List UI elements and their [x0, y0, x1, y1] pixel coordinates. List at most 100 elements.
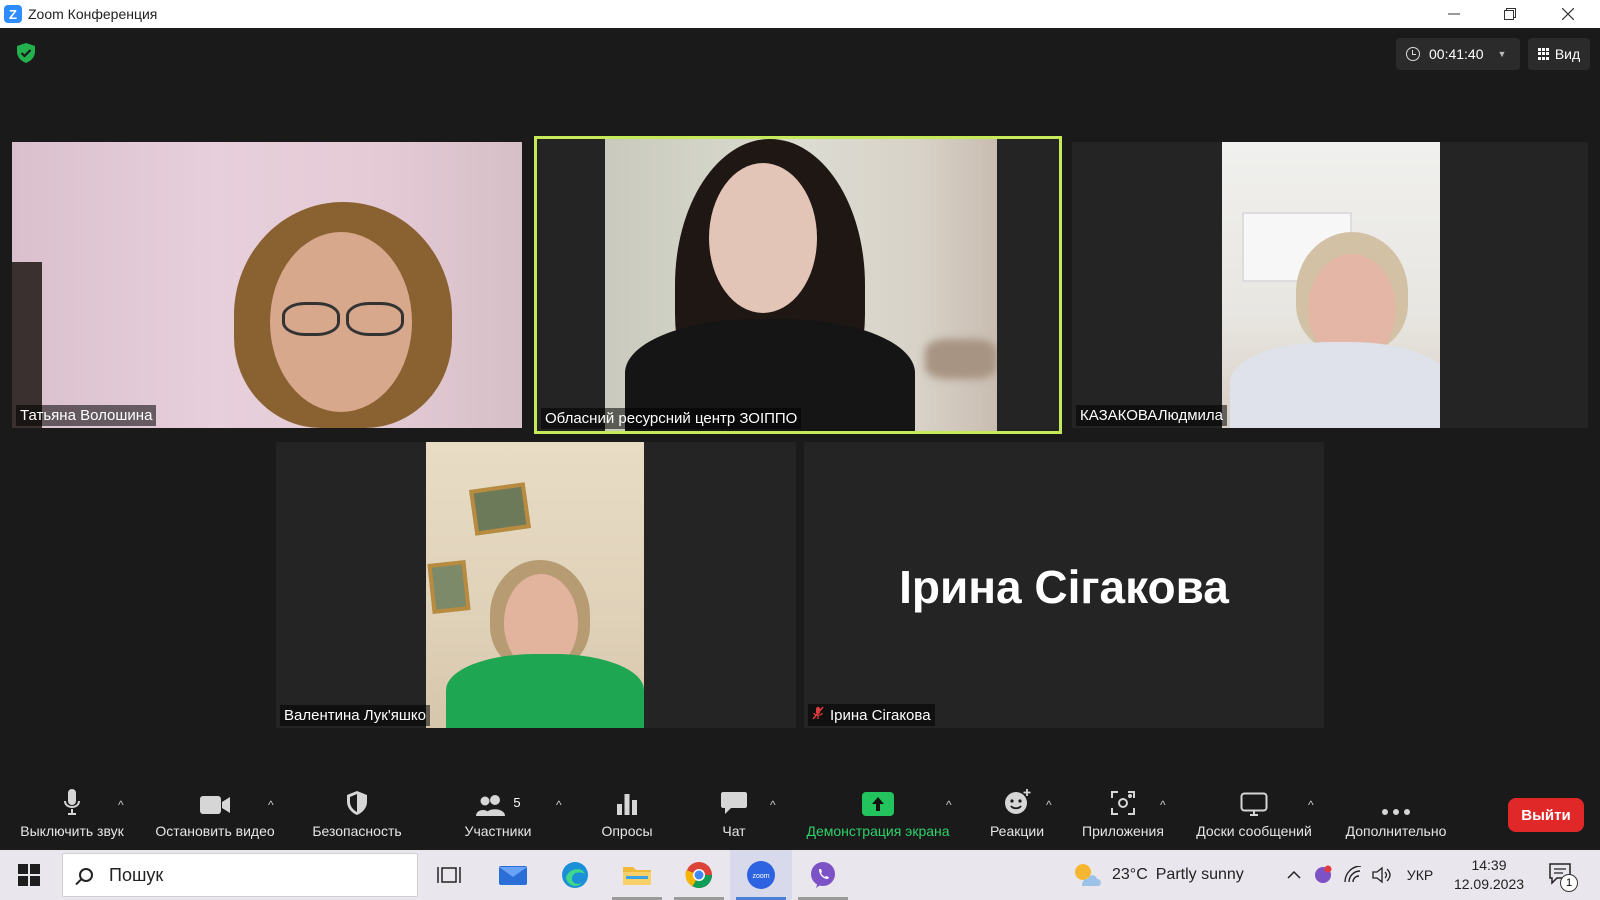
taskbar-search-box[interactable]: Пошук: [62, 853, 418, 897]
polls-button[interactable]: Опросы: [582, 782, 672, 850]
meeting-area: 00:41:40 ▼ Вид Татьяна Волошина Обласний…: [0, 28, 1600, 782]
taskbar-zoom-app[interactable]: zoom: [730, 850, 792, 900]
meeting-toolbar: Выключить звук ^ Остановить видео ^ Безо…: [0, 782, 1600, 850]
whiteboards-button[interactable]: Доски сообщений: [1188, 782, 1320, 850]
restore-button[interactable]: [1482, 0, 1538, 28]
svg-text:zoom: zoom: [752, 873, 769, 880]
taskbar-mail-app[interactable]: [482, 850, 544, 900]
share-screen-button[interactable]: Демонстрация экрана: [796, 782, 960, 850]
wifi-icon: [1344, 866, 1362, 883]
leave-button[interactable]: Выйти: [1508, 798, 1584, 832]
taskbar-edge-app[interactable]: [544, 850, 606, 900]
weather-temperature: 23°C: [1112, 866, 1148, 883]
grid-view-icon: [1537, 48, 1550, 60]
mute-label: Выключить звук: [20, 823, 124, 839]
reactions-label: Реакции: [989, 823, 1045, 839]
volume-button[interactable]: [1368, 850, 1394, 900]
participant-video: [426, 442, 644, 728]
video-tile-active-speaker[interactable]: Обласний ресурсний центр ЗОІППО: [534, 136, 1062, 434]
taskbar-weather-widget[interactable]: 23°C Partly sunny: [1072, 850, 1244, 900]
participant-display-name: Ірина Сігакова: [899, 561, 1229, 613]
mute-button[interactable]: Выключить звук: [10, 782, 134, 850]
minimize-button[interactable]: [1426, 0, 1482, 28]
stop-video-label: Остановить видео: [155, 823, 275, 839]
chat-label: Чат: [722, 823, 746, 839]
taskbar-chrome-app[interactable]: [668, 850, 730, 900]
notification-count-badge: 1: [1560, 874, 1578, 892]
taskbar-viber-app[interactable]: [792, 850, 854, 900]
share-screen-label: Демонстрация экрана: [806, 823, 950, 839]
apps-label: Приложения: [1082, 823, 1164, 839]
viber-icon: [811, 862, 835, 888]
apps-options-chevron-icon[interactable]: ^: [1160, 798, 1166, 812]
view-label: Вид: [1554, 46, 1581, 62]
participants-icon: [476, 795, 506, 816]
whiteboards-options-chevron-icon[interactable]: ^: [1308, 798, 1314, 812]
speaker-volume-icon: [1372, 866, 1391, 884]
window-title: Zoom Конференция: [28, 6, 158, 22]
apps-button[interactable]: Приложения: [1070, 782, 1176, 850]
security-button[interactable]: Безопасность: [302, 782, 412, 850]
show-hidden-icons-button[interactable]: [1282, 850, 1306, 900]
participant-name: Обласний ресурсний центр ЗОІППО: [541, 408, 802, 429]
video-tile[interactable]: Татьяна Волошина: [12, 142, 522, 428]
share-screen-icon: [862, 792, 894, 816]
viber-tray-icon: [1315, 865, 1332, 883]
reactions-options-chevron-icon[interactable]: ^: [1046, 798, 1052, 812]
security-label: Безопасность: [312, 823, 402, 839]
minimize-icon: [1448, 13, 1460, 15]
video-options-chevron-icon[interactable]: ^: [268, 798, 274, 812]
network-button[interactable]: [1340, 850, 1366, 900]
partly-sunny-icon: [1075, 864, 1101, 886]
reactions-emoji-icon: [1005, 789, 1031, 814]
clock-time: 14:39: [1471, 857, 1507, 873]
participant-name: Ірина Сігакова: [830, 707, 931, 724]
chevron-down-icon: ▼: [1497, 49, 1507, 59]
meeting-timer[interactable]: 00:41:40 ▼: [1396, 38, 1520, 70]
chat-button[interactable]: Чат: [694, 782, 774, 850]
zoom-logo-icon: Z: [4, 5, 22, 23]
whiteboards-label: Доски сообщений: [1196, 823, 1312, 839]
clock-icon: [1406, 47, 1420, 61]
participant-name-label: Ірина Сігакова: [808, 704, 935, 726]
polls-bar-chart-icon: [617, 794, 637, 815]
more-button[interactable]: Дополнительно: [1336, 782, 1456, 850]
participants-count: 5: [513, 795, 521, 810]
windows-start-icon[interactable]: [18, 864, 40, 886]
reactions-button[interactable]: Реакции: [972, 782, 1062, 850]
edge-browser-icon: [562, 862, 588, 888]
tray-viber-icon-button[interactable]: [1310, 850, 1336, 900]
share-options-chevron-icon[interactable]: ^: [946, 798, 952, 812]
audio-options-chevron-icon[interactable]: ^: [118, 798, 124, 812]
view-button[interactable]: Вид: [1528, 38, 1590, 70]
notification-center-button[interactable]: 1: [1548, 862, 1578, 892]
chevron-up-icon: [1287, 870, 1301, 879]
participant-video: [605, 139, 997, 431]
close-icon: [1562, 8, 1574, 20]
participants-options-chevron-icon[interactable]: ^: [556, 798, 562, 812]
video-tile-camera-off[interactable]: Ірина Сігакова Ірина Сігакова: [804, 442, 1324, 728]
chat-bubble-icon: [721, 792, 747, 814]
participant-name: Татьяна Волошина: [16, 405, 157, 426]
folder-icon: [623, 867, 651, 885]
restore-icon: [1504, 8, 1516, 20]
participant-name: Валентина Лук'яшко: [280, 705, 430, 726]
video-tile[interactable]: Валентина Лук'яшко: [276, 442, 796, 728]
taskbar-clock[interactable]: 14:39 12.09.2023: [1444, 856, 1534, 894]
chat-options-chevron-icon[interactable]: ^: [770, 798, 776, 812]
polls-label: Опросы: [601, 823, 653, 839]
task-view-button[interactable]: [418, 850, 480, 900]
mail-icon: [499, 866, 527, 885]
taskbar-file-explorer-app[interactable]: [606, 850, 668, 900]
close-button[interactable]: [1540, 0, 1596, 28]
participant-video: [1222, 142, 1440, 428]
chrome-browser-icon: [685, 862, 713, 889]
stop-video-button[interactable]: Остановить видео: [146, 782, 284, 850]
encryption-shield-icon[interactable]: [15, 42, 37, 64]
microphone-icon: [64, 789, 80, 815]
input-language-button[interactable]: УКР: [1400, 850, 1440, 900]
participants-button[interactable]: 5 Участники: [448, 782, 548, 850]
video-tile[interactable]: КАЗАКОВАЛюдмила: [1072, 142, 1588, 428]
search-icon: [79, 868, 93, 882]
security-shield-icon: [347, 791, 367, 815]
